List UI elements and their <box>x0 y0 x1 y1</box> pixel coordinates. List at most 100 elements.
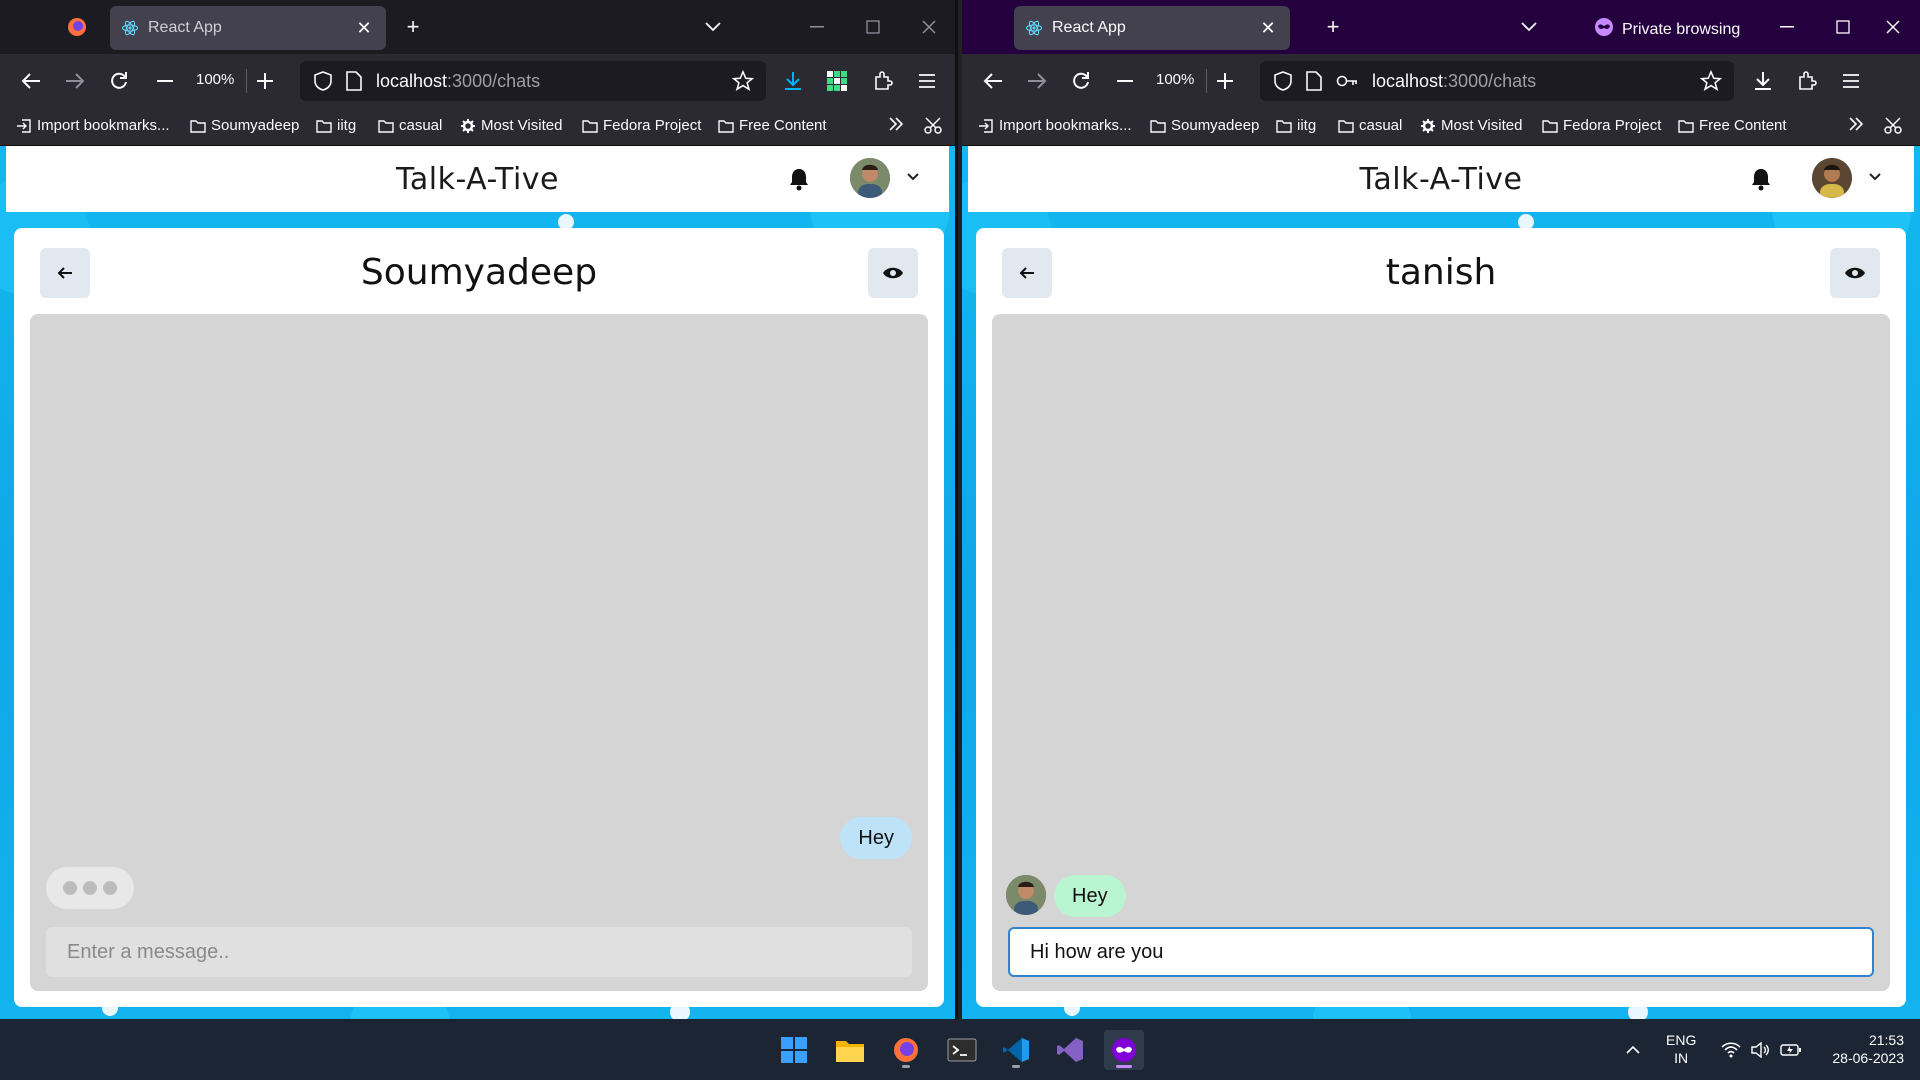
bookmark-folder[interactable]: Fedora Project <box>1542 117 1661 134</box>
url-bar[interactable]: localhost:3000/chats <box>300 61 766 101</box>
vscode-icon[interactable] <box>996 1030 1036 1070</box>
chevron-up-icon[interactable] <box>1618 1030 1648 1070</box>
bookmark-folder[interactable]: Free Content <box>1678 117 1787 134</box>
bookmark-folder[interactable]: iitg <box>316 117 356 134</box>
bookmark-folder[interactable]: Fedora Project <box>582 117 701 134</box>
page-icon[interactable] <box>346 71 362 91</box>
app-title: Talk-A-Tive <box>1359 161 1523 197</box>
bookmark-import[interactable]: Import bookmarks... <box>978 117 1132 134</box>
user-avatar[interactable] <box>850 158 890 198</box>
bookmark-label: Most Visited <box>481 117 563 134</box>
view-profile-eye-button[interactable] <box>868 248 918 298</box>
maximize-icon[interactable] <box>1826 10 1860 44</box>
close-window-icon[interactable] <box>912 10 946 44</box>
page-icon[interactable] <box>1306 71 1322 91</box>
user-avatar[interactable] <box>1812 158 1852 198</box>
firefox-menu-icon[interactable] <box>60 10 94 44</box>
bookmark-folder[interactable]: casual <box>1338 117 1402 134</box>
bookmark-folder[interactable]: Soumyadeep <box>190 117 299 134</box>
terminal-icon[interactable] <box>942 1030 982 1070</box>
scissors-icon[interactable] <box>924 117 949 135</box>
bookmark-folder[interactable]: Free Content <box>718 117 827 134</box>
downloads-icon[interactable] <box>776 64 810 98</box>
volume-icon[interactable] <box>1746 1030 1776 1070</box>
windows-start-icon[interactable] <box>774 1030 814 1070</box>
url-bar[interactable]: localhost:3000/chats <box>1260 61 1734 101</box>
message-input[interactable] <box>46 927 912 977</box>
tab-close-button[interactable]: ✕ <box>352 18 376 39</box>
scissors-icon[interactable] <box>1884 117 1909 135</box>
tab-close-button[interactable]: ✕ <box>1256 18 1280 39</box>
bookmark-label: Soumyadeep <box>1171 117 1260 134</box>
chevron-right-double-icon[interactable] <box>888 117 909 131</box>
bookmark-label: Fedora Project <box>1563 117 1662 134</box>
extensions-puzzle-icon[interactable] <box>1790 64 1824 98</box>
bell-icon[interactable] <box>1748 166 1774 192</box>
downloads-icon[interactable] <box>1746 64 1780 98</box>
sender-avatar[interactable] <box>1006 875 1046 915</box>
reload-icon[interactable] <box>102 64 136 98</box>
wifi-icon[interactable] <box>1716 1030 1746 1070</box>
hamburger-menu-icon[interactable] <box>910 64 944 98</box>
react-icon <box>1024 18 1044 38</box>
view-profile-eye-button[interactable] <box>1830 248 1880 298</box>
bookmark-label: Free Content <box>1699 117 1787 134</box>
tab-react-app[interactable]: React App ✕ <box>110 6 386 50</box>
bookmark-label: Import bookmarks... <box>37 117 170 134</box>
language-indicator[interactable]: ENG IN <box>1666 1031 1696 1067</box>
shield-icon[interactable] <box>1274 71 1292 91</box>
list-tabs-icon[interactable] <box>1512 10 1546 44</box>
browser-window-left: React App ✕ + 100% localhost:3000/chats … <box>0 0 958 1019</box>
zoom-level[interactable]: 100% <box>196 71 234 88</box>
chevron-right-double-icon[interactable] <box>1848 117 1869 131</box>
bookmark-most-visited[interactable]: Most Visited <box>1420 117 1522 134</box>
message-input[interactable] <box>1008 927 1874 977</box>
chat-recipient-name: Soumyadeep <box>360 252 598 293</box>
minimize-icon[interactable] <box>800 10 834 44</box>
bell-icon[interactable] <box>786 166 812 192</box>
bookmark-label: casual <box>399 117 443 134</box>
private-browsing-indicator: Private browsing <box>1594 17 1740 42</box>
clock[interactable]: 21:53 28-06-2023 <box>1818 1031 1904 1067</box>
new-tab-button[interactable]: + <box>1316 10 1350 44</box>
zoom-in-icon[interactable] <box>1208 64 1242 98</box>
forward-icon[interactable] <box>1020 64 1054 98</box>
tab-react-app[interactable]: React App ✕ <box>1014 6 1290 50</box>
bookmark-folder[interactable]: iitg <box>1276 117 1316 134</box>
firefox-icon[interactable] <box>886 1030 926 1070</box>
bookmark-folder[interactable]: casual <box>378 117 442 134</box>
bookmark-most-visited[interactable]: Most Visited <box>460 117 562 134</box>
close-window-icon[interactable] <box>1876 10 1910 44</box>
zoom-level[interactable]: 100% <box>1156 71 1194 88</box>
chevron-down-icon[interactable] <box>1866 168 1884 186</box>
extension-grid-icon[interactable] <box>820 64 854 98</box>
new-tab-button[interactable]: + <box>396 10 430 44</box>
tab-bar: React App ✕ + Private browsing <box>962 0 1920 54</box>
list-tabs-icon[interactable] <box>696 10 730 44</box>
reload-icon[interactable] <box>1064 64 1098 98</box>
maximize-icon[interactable] <box>856 10 890 44</box>
chevron-down-icon[interactable] <box>904 168 922 186</box>
firefox-private-icon[interactable] <box>1104 1030 1144 1070</box>
back-icon[interactable] <box>14 64 48 98</box>
bookmark-star-icon[interactable] <box>731 69 755 97</box>
bookmark-star-icon[interactable] <box>1699 69 1723 97</box>
hamburger-menu-icon[interactable] <box>1834 64 1868 98</box>
zoom-out-icon[interactable] <box>148 64 182 98</box>
clock-time: 21:53 <box>1868 1032 1904 1048</box>
back-icon[interactable] <box>976 64 1010 98</box>
zoom-in-icon[interactable] <box>248 64 282 98</box>
file-explorer-icon[interactable] <box>830 1030 870 1070</box>
shield-icon[interactable] <box>314 71 332 91</box>
forward-icon[interactable] <box>58 64 92 98</box>
minimize-icon[interactable] <box>1770 10 1804 44</box>
page-viewport: Talk-A-Tive tanish Hey <box>962 146 1920 1019</box>
bookmark-folder[interactable]: Soumyadeep <box>1150 117 1259 134</box>
page-viewport: Talk-A-Tive Soumyadeep Hey <box>0 146 955 1019</box>
battery-icon[interactable] <box>1776 1030 1806 1070</box>
zoom-out-icon[interactable] <box>1108 64 1142 98</box>
bookmark-import[interactable]: Import bookmarks... <box>16 117 170 134</box>
extensions-puzzle-icon[interactable] <box>866 64 900 98</box>
key-icon[interactable] <box>1336 74 1358 88</box>
visual-studio-icon[interactable] <box>1050 1030 1090 1070</box>
